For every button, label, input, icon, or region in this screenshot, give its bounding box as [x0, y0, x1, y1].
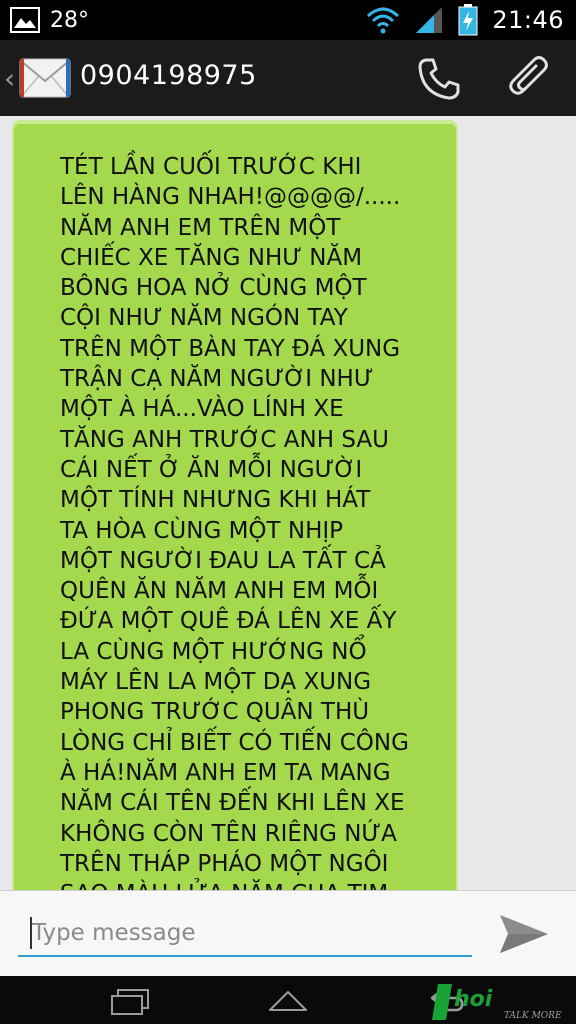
status-clock: 21:46 — [492, 6, 564, 34]
signal-icon — [416, 7, 443, 33]
status-right: 21:46 — [366, 0, 564, 40]
watermark-logo-icon: hoi TALK MORE — [432, 984, 562, 1021]
status-bar: 28° 21:46 — [0, 0, 576, 40]
action-bar: ‹ 0904198975 — [0, 40, 576, 117]
home-icon[interactable] — [266, 984, 310, 1016]
back-chevron-icon[interactable]: ‹ — [4, 62, 15, 95]
composer-bar — [0, 890, 576, 977]
status-left: 28° — [10, 0, 89, 40]
paperclip-icon[interactable] — [506, 54, 554, 104]
conversation-list[interactable]: TÉT LẦN CUỐI TRƯỚC KHI LÊN HÀNG NHAH!@@@… — [0, 116, 576, 890]
text-cursor — [30, 917, 32, 949]
gallery-notification-icon — [10, 7, 40, 33]
phone-icon[interactable] — [416, 56, 462, 102]
watermark-slogan: TALK MORE — [504, 1011, 562, 1021]
contact-name[interactable]: 0904198975 — [80, 60, 257, 91]
send-arrow-icon[interactable] — [496, 911, 552, 957]
temperature-readout: 28° — [50, 7, 89, 33]
message-bubble[interactable]: TÉT LẦN CUỐI TRƯỚC KHI LÊN HÀNG NHAH!@@@… — [12, 120, 458, 890]
battery-charging-icon — [458, 4, 478, 36]
recent-apps-icon[interactable] — [108, 984, 152, 1016]
watermark-brand: hoi — [454, 987, 493, 1012]
message-input[interactable] — [18, 911, 472, 957]
navigation-bar: hoi TALK MORE — [0, 976, 576, 1024]
message-text: TÉT LẦN CUỐI TRƯỚC KHI LÊN HÀNG NHAH!@@@… — [60, 154, 409, 890]
wifi-icon — [367, 7, 400, 34]
envelope-icon[interactable] — [18, 53, 72, 103]
